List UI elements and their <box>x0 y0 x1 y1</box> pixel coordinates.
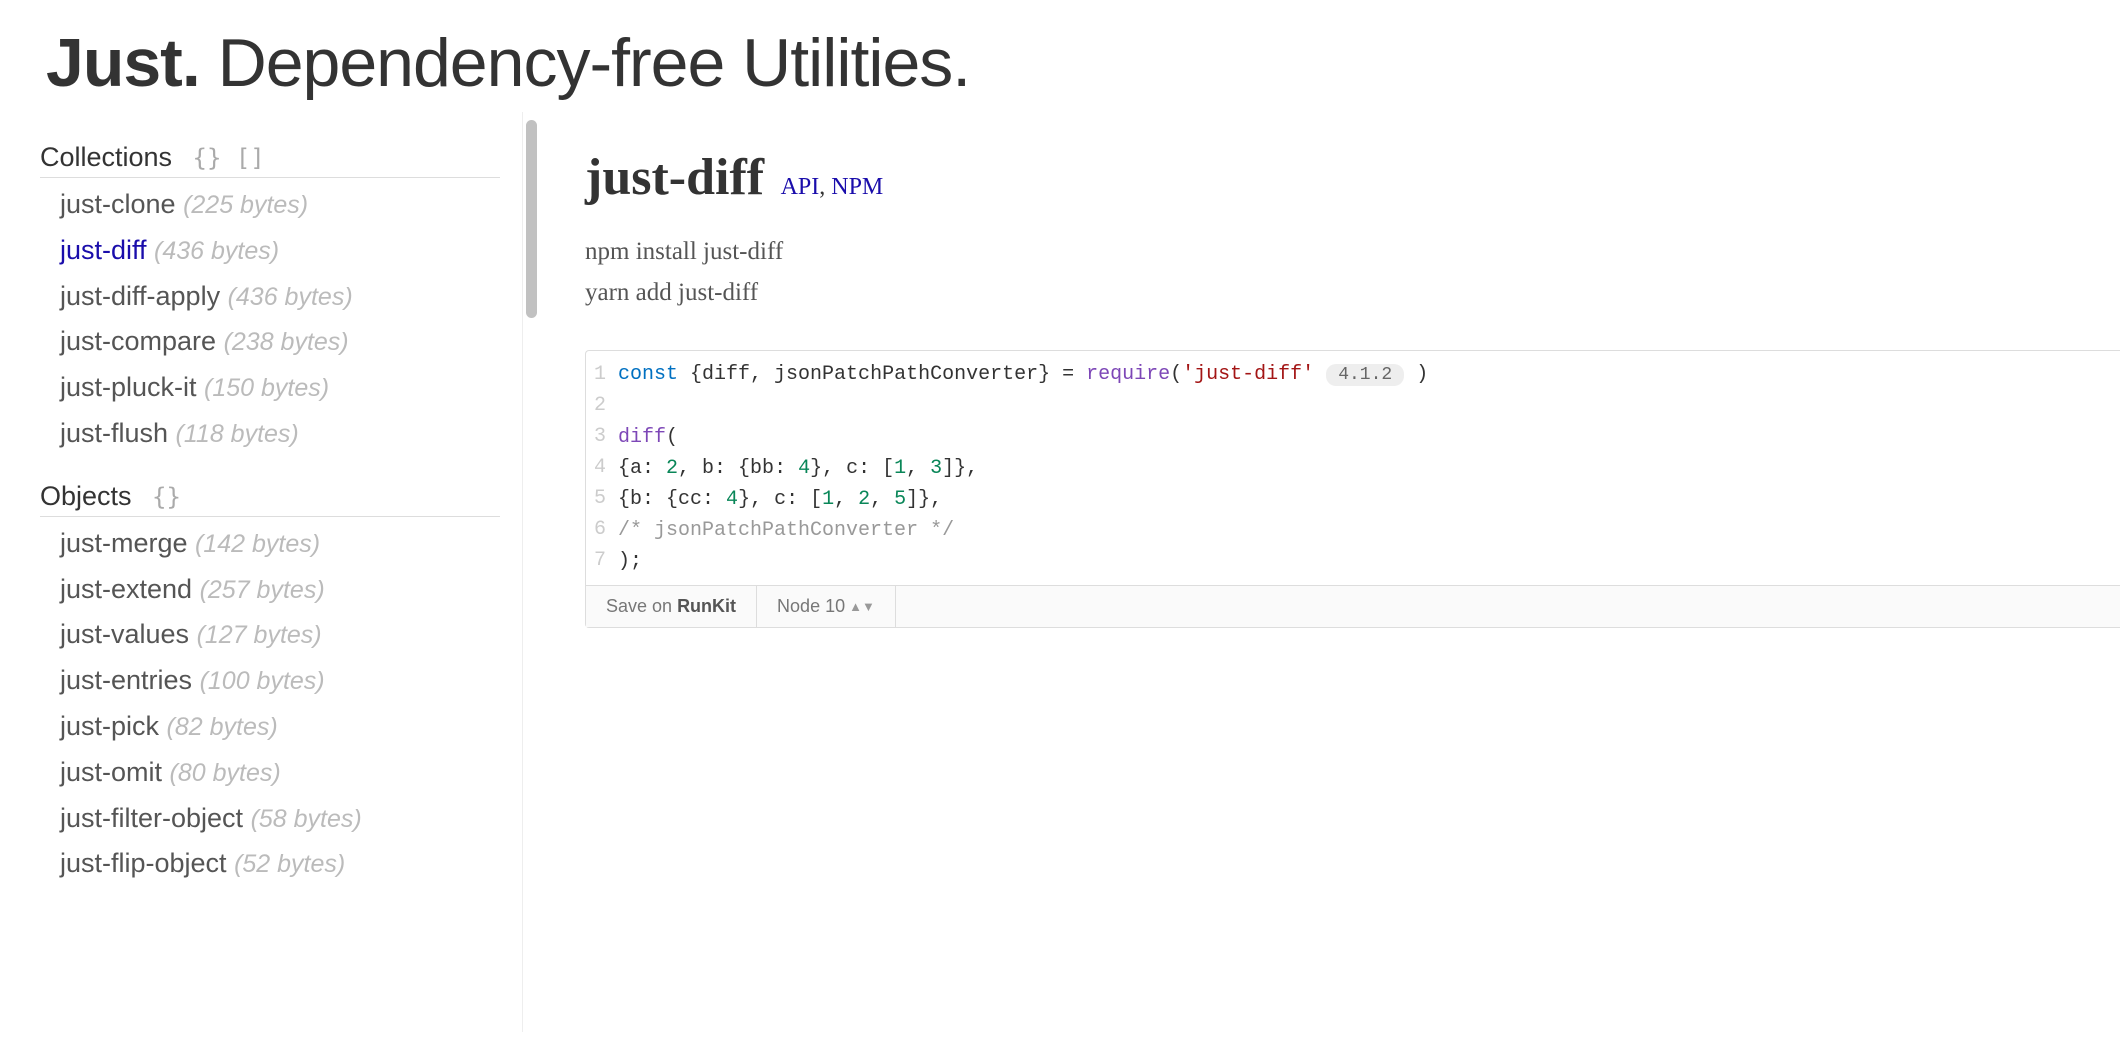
item-size: (238 bytes) <box>224 328 349 356</box>
package-title: just-diff <box>585 149 764 206</box>
item-size: (82 bytes) <box>167 713 278 741</box>
item-name: just-omit <box>60 757 170 787</box>
section-glyphs: {} <box>138 483 181 511</box>
item-name: just-diff <box>60 235 154 265</box>
page-title: Just. Dependency-free Utilities. <box>46 24 2074 102</box>
save-runkit-button[interactable]: Save on RunKit <box>586 586 757 627</box>
npm-install: npm install just-diff <box>585 231 2120 272</box>
sidebar-item-just-entries[interactable]: just-entries (100 bytes) <box>60 658 500 704</box>
code-line-4: {a: 2, b: {bb: 4}, c: [1, 3]}, <box>618 453 1428 484</box>
sidebar-item-just-omit[interactable]: just-omit (80 bytes) <box>60 750 500 796</box>
item-name: just-values <box>60 619 197 649</box>
item-size: (80 bytes) <box>170 759 281 787</box>
item-size: (150 bytes) <box>204 374 329 402</box>
item-size: (436 bytes) <box>154 237 279 265</box>
item-size: (142 bytes) <box>195 530 320 558</box>
sidebar-item-just-flip-object[interactable]: just-flip-object (52 bytes) <box>60 841 500 887</box>
sidebar-item-just-compare[interactable]: just-compare (238 bytes) <box>60 319 500 365</box>
node-version-select[interactable]: Node 10▲▼ <box>757 586 896 627</box>
sidebar-item-just-pluck-it[interactable]: just-pluck-it (150 bytes) <box>60 365 500 411</box>
header: Just. Dependency-free Utilities. <box>0 0 2120 112</box>
item-name: just-compare <box>60 326 224 356</box>
sidebar-item-just-diff[interactable]: just-diff (436 bytes) <box>60 228 500 274</box>
item-size: (118 bytes) <box>176 420 299 448</box>
item-name: just-diff-apply <box>60 281 228 311</box>
install-instructions: npm install just-diff yarn add just-diff <box>585 231 2120 314</box>
item-name: just-merge <box>60 528 195 558</box>
sidebar-item-just-pick[interactable]: just-pick (82 bytes) <box>60 704 500 750</box>
item-size: (100 bytes) <box>200 667 325 695</box>
sort-icon: ▲▼ <box>849 599 875 614</box>
sidebar: Collections {} []just-clone (225 bytes)j… <box>0 112 500 1032</box>
sidebar-item-just-flush[interactable]: just-flush (118 bytes) <box>60 411 500 457</box>
item-size: (52 bytes) <box>234 850 345 878</box>
code-line-2 <box>618 391 1428 422</box>
item-name: just-pluck-it <box>60 372 204 402</box>
sidebar-item-just-values[interactable]: just-values (127 bytes) <box>60 612 500 658</box>
section-head-collections: Collections {} [] <box>40 136 500 178</box>
scrollbar-thumb[interactable] <box>526 120 537 318</box>
version-badge[interactable]: 4.1.2 <box>1326 364 1404 386</box>
item-name: just-extend <box>60 574 200 604</box>
line-gutter: 1234567 <box>586 359 618 577</box>
item-size: (257 bytes) <box>200 576 325 604</box>
code-line-7: ); <box>618 546 1428 577</box>
item-size: (58 bytes) <box>251 805 362 833</box>
link-separator: , <box>819 174 831 200</box>
sidebar-item-just-filter-object[interactable]: just-filter-object (58 bytes) <box>60 796 500 842</box>
code-area[interactable]: 1234567 const {diff, jsonPatchPathConver… <box>586 351 2120 585</box>
sidebar-item-just-clone[interactable]: just-clone (225 bytes) <box>60 182 500 228</box>
code-line-6: /* jsonPatchPathConverter */ <box>618 515 1428 546</box>
item-size: (225 bytes) <box>183 191 308 219</box>
item-name: just-clone <box>60 189 183 219</box>
section-label: Objects <box>40 481 132 511</box>
item-size: (127 bytes) <box>197 621 322 649</box>
package-links: API, NPM <box>781 174 884 200</box>
sidebar-item-just-merge[interactable]: just-merge (142 bytes) <box>60 521 500 567</box>
section-glyphs: {} [] <box>178 144 265 172</box>
npm-link[interactable]: NPM <box>831 174 883 200</box>
sidebar-item-just-extend[interactable]: just-extend (257 bytes) <box>60 567 500 613</box>
code-footer: Save on RunKit Node 10▲▼ <box>586 585 2120 627</box>
item-name: just-filter-object <box>60 803 251 833</box>
item-name: just-entries <box>60 665 200 695</box>
section-label: Collections <box>40 142 172 172</box>
item-size: (436 bytes) <box>228 283 353 311</box>
main-content: just-diff API, NPM npm install just-diff… <box>522 112 2120 1032</box>
item-name: just-flush <box>60 418 176 448</box>
item-name: just-pick <box>60 711 167 741</box>
title-bold: Just. <box>46 25 200 101</box>
api-link[interactable]: API <box>781 174 820 200</box>
code-block: 1234567 const {diff, jsonPatchPathConver… <box>585 350 2120 628</box>
section-head-objects: Objects {} <box>40 475 500 517</box>
item-name: just-flip-object <box>60 848 234 878</box>
code-line-1: const {diff, jsonPatchPathConverter} = r… <box>618 359 1428 391</box>
code-line-5: {b: {cc: 4}, c: [1, 2, 5]}, <box>618 484 1428 515</box>
code-lines: const {diff, jsonPatchPathConverter} = r… <box>618 359 1440 577</box>
sidebar-scrollbar[interactable] <box>524 112 539 1032</box>
title-rest: Dependency-free Utilities. <box>200 25 970 101</box>
sidebar-item-just-diff-apply[interactable]: just-diff-apply (436 bytes) <box>60 274 500 320</box>
yarn-install: yarn add just-diff <box>585 272 2120 313</box>
code-line-3: diff( <box>618 422 1428 453</box>
